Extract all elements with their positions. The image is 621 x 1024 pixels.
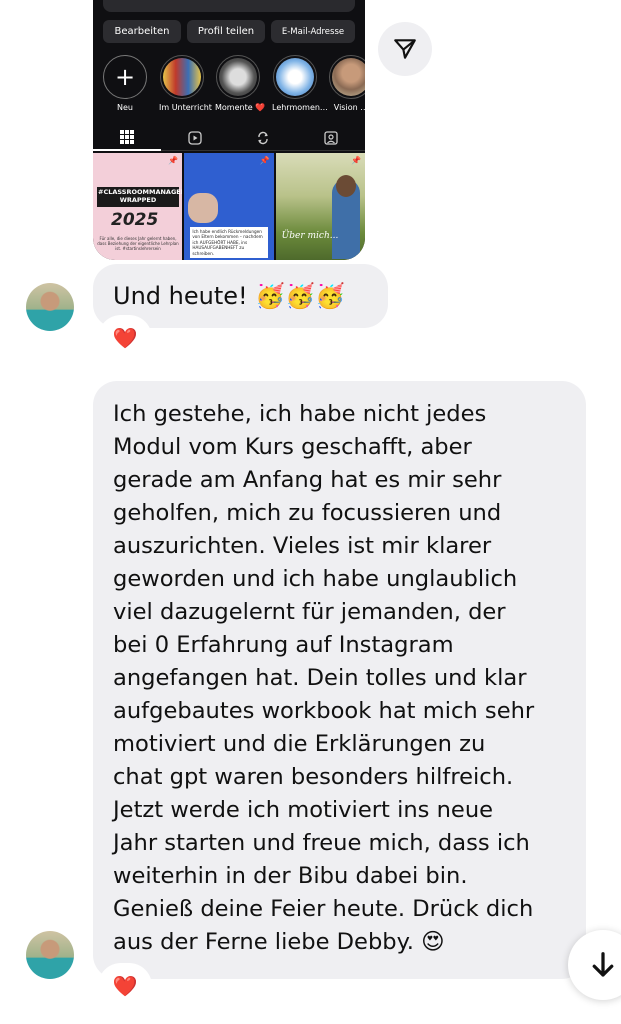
pin-icon: 📌 [168, 156, 179, 165]
story-label: Momente ❤️ [215, 103, 266, 112]
post-grid: #CLASSROOMMANAGEMENT WRAPPED 2025 Für al… [93, 153, 365, 260]
message-line: gerade am Anfang hat es mir sehr [113, 467, 502, 493]
post-tile: Über mich... 📌 [275, 153, 365, 260]
message-line: angefangen hat. Dein tolles und klar [113, 665, 527, 691]
email-button: E-Mail-Adresse [271, 20, 355, 43]
story-label: Neu [117, 103, 133, 112]
post-image-head [335, 175, 356, 197]
avatar[interactable] [26, 283, 74, 331]
message-line: motiviert und die Erklärungen zu [113, 731, 486, 757]
story-new: + Neu [102, 55, 148, 112]
post-headline: #CLASSROOMMANAGEMENT WRAPPED [97, 187, 182, 207]
post-card-text: Ich habe endlich Rückmeldungen von Elter… [190, 227, 269, 259]
heart-icon: ❤️ [112, 974, 138, 998]
shared-profile-screenshot[interactable]: Bearbeiten Profil teilen E-Mail-Adresse … [93, 0, 365, 260]
story-label: Lehrmomen… [272, 103, 328, 112]
avatar[interactable] [26, 931, 74, 979]
tagged-icon [297, 125, 365, 151]
pin-icon: 📌 [351, 156, 361, 165]
message-line: weiterhin in der Bibu dabei bin. [113, 863, 468, 889]
message-line: aus der Ferne liebe Debby. 😍 [113, 929, 445, 955]
message-line: geholfen, mich zu focussieren und [113, 500, 502, 526]
message-line: aufgebautes workbook hat mich sehr [113, 698, 535, 724]
message-line: geworden und ich habe unglaublich [113, 566, 518, 592]
message-line: Jahr starten und freue mich, dass ich [113, 830, 530, 856]
grid-icon [93, 125, 161, 151]
story-momente: Momente ❤️ [215, 55, 266, 112]
message-bubble[interactable]: Ich gestehe, ich habe nicht jedes Modul … [93, 381, 586, 979]
post-tile: #CLASSROOMMANAGEMENT WRAPPED 2025 Für al… [93, 153, 183, 260]
reels-icon [161, 125, 229, 151]
pin-icon: 📌 [259, 156, 270, 165]
message-text: Und heute! 🥳🥳🥳 [113, 282, 345, 310]
heart-reaction[interactable]: ❤️ [101, 966, 149, 1006]
message-line: auszurichten. Vieles ist mir klarer [113, 533, 492, 559]
story-label: Vision … [333, 103, 365, 112]
post-small-text: Für alle, die dieses Jahr gelernt haben,… [97, 236, 179, 252]
post-caption: Über mich... [281, 231, 339, 241]
story-label: Im Unterricht [159, 103, 212, 112]
share-profile-button: Profil teilen [187, 20, 265, 43]
share-button[interactable] [378, 22, 432, 76]
message-line: bei 0 Erfahrung auf Instagram [113, 632, 454, 658]
arrow-down-icon [592, 952, 614, 977]
plus-icon: + [103, 55, 147, 99]
message-line: Genieß deine Feier heute. Drück dich [113, 896, 534, 922]
story-im-unterricht: Im Unterricht [159, 55, 212, 112]
post-tile: Ich habe endlich Rückmeldungen von Elter… [184, 153, 274, 260]
heart-icon: ❤️ [112, 326, 138, 350]
edit-profile-button: Bearbeiten [103, 20, 181, 43]
message-line: Modul vom Kurs geschafft, aber [113, 434, 472, 460]
post-year: 2025 [111, 210, 159, 230]
story-lehrmomente: Lehrmomen… [272, 55, 328, 112]
profile-top-edge [103, 0, 355, 12]
message-line: Ich gestehe, ich habe nicht jedes [113, 401, 487, 427]
post-image-detail [188, 193, 219, 223]
message-line: chat gpt waren besonders hilfreich. [113, 764, 514, 790]
message-line: Jetzt werde ich motiviert ins neue [113, 797, 494, 823]
repost-icon [229, 125, 297, 151]
story-vision: Vision … [328, 55, 365, 112]
profile-tabs [93, 125, 365, 151]
send-icon [394, 39, 416, 59]
heart-reaction[interactable]: ❤️ [101, 318, 149, 358]
message-bubble[interactable]: Und heute! 🥳🥳🥳 [93, 264, 388, 328]
message-line: viel dazugelernt für jemanden, der [113, 599, 506, 625]
